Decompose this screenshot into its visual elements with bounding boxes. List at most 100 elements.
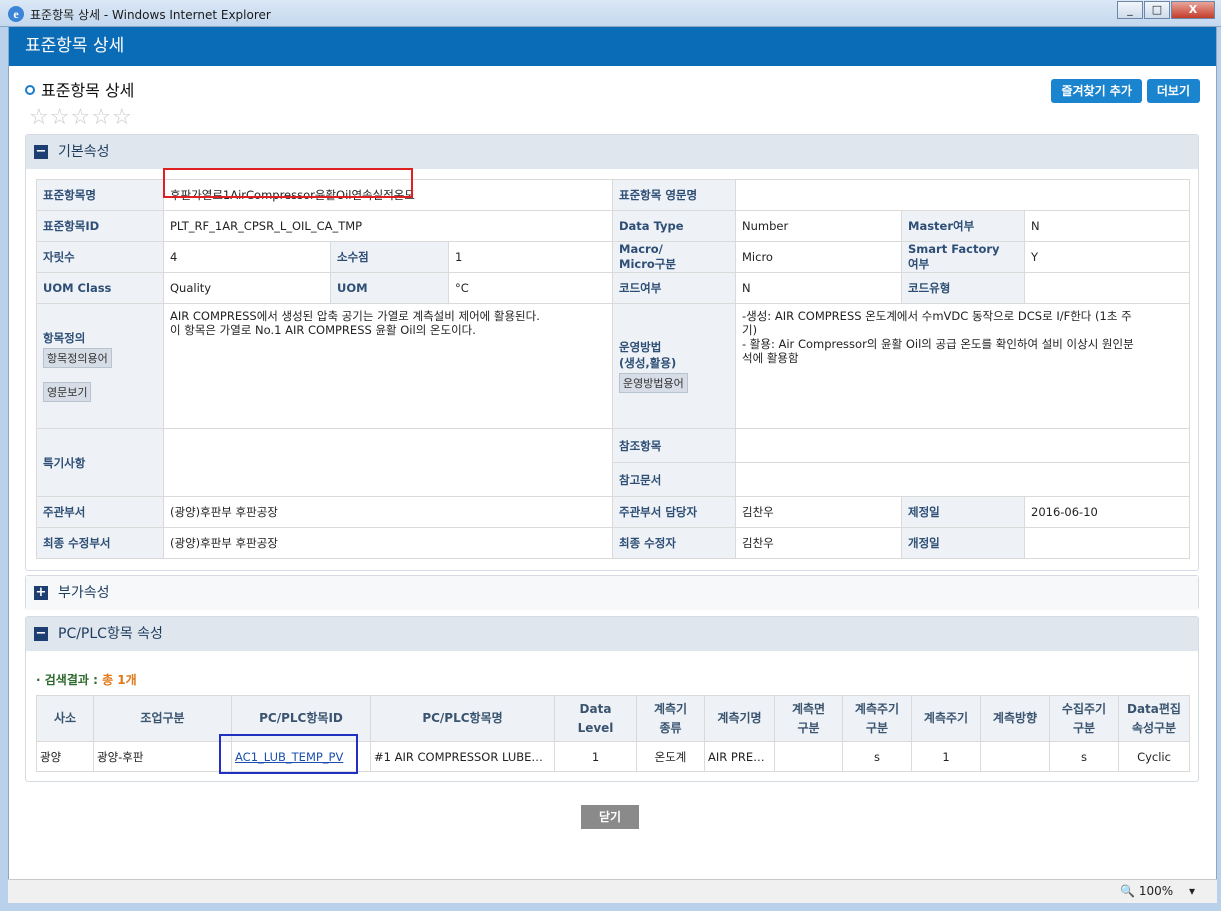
eng-name-label: 표준항목 영문명 (612, 179, 736, 211)
col-header-line: 계측주기 (854, 701, 900, 716)
star-icon[interactable]: ☆ (112, 107, 132, 129)
more-button[interactable]: 더보기 (1146, 79, 1200, 103)
macro-label-line: Macro/ (619, 242, 663, 256)
revise-date-label: 개정일 (901, 527, 1025, 559)
smart-factory-label: Smart Factory 여부 (901, 241, 1025, 273)
col-header-line: 구분 (797, 720, 820, 735)
master-label: Master여부 (901, 210, 1025, 242)
extra-attributes-panel: + 부가속성 (25, 575, 1199, 610)
operation-line: 석에 활용함 (742, 351, 799, 365)
section-title: 기본속성 (58, 144, 110, 160)
chevron-down-icon[interactable]: ▾ (1189, 884, 1195, 898)
basic-attributes-panel: − 기본속성 표준항목명 후판가열로1AirCompressor윤활Oil연속실… (25, 134, 1199, 571)
dept-value: (광양)후판부 후판공장 (163, 496, 613, 528)
uom-class-value: Quality (163, 272, 331, 304)
col-header: 계측주기 (911, 695, 981, 742)
macro-label-line: Micro구분 (619, 257, 676, 271)
page-content: 표준항목 상세 표준항목 상세 ☆ ☆ ☆ ☆ ☆ 즐겨찾기 추가 더보기 − … (8, 27, 1217, 879)
dept-label: 주관부서 (36, 496, 164, 528)
col-header: 계측주기구분 (842, 695, 912, 742)
english-view-button[interactable]: 영문보기 (43, 382, 92, 402)
col-header-line: 계측면 (791, 701, 826, 716)
macro-label: Macro/Micro구분 (612, 241, 736, 273)
digits-value: 4 (163, 241, 331, 273)
zoom-control[interactable]: 🔍 100% ▾ (1120, 884, 1195, 898)
uom-label: UOM (330, 272, 449, 304)
cycle-type-cell: s (842, 741, 912, 772)
window-title: 표준항목 상세 - Windows Internet Explorer (30, 8, 271, 22)
dept-manager-label: 주관부서 담당자 (612, 496, 736, 528)
last-dept-label: 최종 수정부서 (36, 527, 164, 559)
operation-label-cell: 운영방법 (생성,활용) 운영방법용어 (612, 303, 736, 429)
col-header-line: 구분 (865, 720, 889, 735)
code-type-label: 코드유형 (901, 272, 1025, 304)
plc-attributes-header[interactable]: − PC/PLC항목 속성 (26, 617, 1198, 651)
sf-label-line: 여부 (908, 257, 930, 271)
star-icon[interactable]: ☆ (70, 107, 90, 129)
star-icon[interactable]: ☆ (91, 107, 111, 129)
std-name-label: 표준항목명 (36, 179, 164, 211)
col-header-line: Level (577, 720, 614, 735)
side-cell (774, 741, 843, 772)
datatype-value: Number (735, 210, 902, 242)
enact-date-label: 제정일 (901, 496, 1025, 528)
code-yn-label: 코드여부 (612, 272, 736, 304)
extra-attributes-header[interactable]: + 부가속성 (26, 576, 1198, 610)
ref-item-value (734, 428, 1191, 463)
macro-value: Micro (735, 241, 902, 273)
code-yn-value: N (735, 272, 902, 304)
expand-icon[interactable]: + (34, 586, 48, 600)
std-id-label: 표준항목ID (36, 210, 164, 242)
result-label: · 검색결과 : (36, 673, 98, 687)
col-header-line: 계측기 (653, 701, 688, 716)
header-title: 표준항목 상세 (9, 27, 1216, 66)
operation-term-button[interactable]: 운영방법용어 (619, 373, 688, 393)
operation-label: (생성,활용) (619, 356, 677, 370)
collapse-icon[interactable]: − (34, 627, 48, 641)
col-header: 계측기명 (704, 695, 775, 742)
page-title-text: 표준항목 상세 (41, 81, 135, 100)
code-type-value (1023, 272, 1191, 304)
plc-name-cell: #1 AIR COMPRESSOR LUBE… (370, 741, 555, 772)
result-count: 총 1개 (102, 673, 137, 687)
star-icon[interactable]: ☆ (29, 107, 49, 129)
star-icon[interactable]: ☆ (50, 107, 70, 129)
page-title: 표준항목 상세 (25, 77, 134, 101)
plc-header-row: 사소 조업구분 PC/PLC항목ID PC/PLC항목명 Data Level 계… (36, 695, 1190, 742)
operation-line: - 활용: Air Compressor의 윤활 Oil의 공급 온도를 확인하… (742, 337, 1134, 351)
rating-stars[interactable]: ☆ ☆ ☆ ☆ ☆ (29, 107, 133, 129)
ref-doc-value (734, 462, 1191, 497)
table-row: 광양 광양-후판 AC1_LUB_TEMP_PV #1 AIR COMPRESS… (36, 741, 1190, 772)
col-header: 사소 (36, 695, 94, 742)
eng-name-value (734, 179, 1191, 211)
ie-logo-icon: e (8, 6, 24, 22)
add-favorite-button[interactable]: 즐겨찾기 추가 (1051, 79, 1142, 103)
highlight-box (163, 168, 413, 198)
definition-label-cell: 항목정의 항목정의용어 영문보기 (36, 303, 164, 429)
minimize-button[interactable]: _ (1117, 1, 1143, 19)
col-header: 계측면구분 (774, 695, 843, 742)
definition-line: AIR COMPRESS에서 생성된 압축 공기는 가열로 계측설비 제어에 활… (170, 309, 540, 323)
digits-label: 자릿수 (36, 241, 164, 273)
definition-term-button[interactable]: 항목정의용어 (43, 348, 112, 368)
cycle-cell: 1 (911, 741, 981, 772)
basic-attributes-header[interactable]: − 기본속성 (26, 135, 1198, 169)
decimal-value: 1 (448, 241, 613, 273)
definition-line: 이 항목은 가열로 No.1 AIR COMPRESS 윤활 Oil의 온도이다… (170, 323, 476, 337)
last-editor-label: 최종 수정자 (612, 527, 736, 559)
close-button[interactable]: 닫기 (581, 805, 639, 829)
special-value (163, 428, 613, 497)
site-cell: 광양 (36, 741, 94, 772)
col-header-line: 종류 (659, 720, 682, 735)
maximize-button[interactable]: □ (1144, 1, 1170, 19)
enact-date-value: 2016-06-10 (1023, 496, 1191, 528)
level-cell: 1 (554, 741, 637, 772)
section-title: 부가속성 (58, 585, 110, 601)
collapse-icon[interactable]: − (34, 145, 48, 159)
ref-doc-label: 참고문서 (612, 462, 736, 497)
close-window-button[interactable]: X (1171, 1, 1215, 19)
datatype-label: Data Type (612, 210, 736, 242)
col-header-line: Data편집 (1127, 701, 1181, 716)
col-header: Data편집 속성구분 (1118, 695, 1190, 742)
col-header-line: Data (579, 701, 612, 716)
